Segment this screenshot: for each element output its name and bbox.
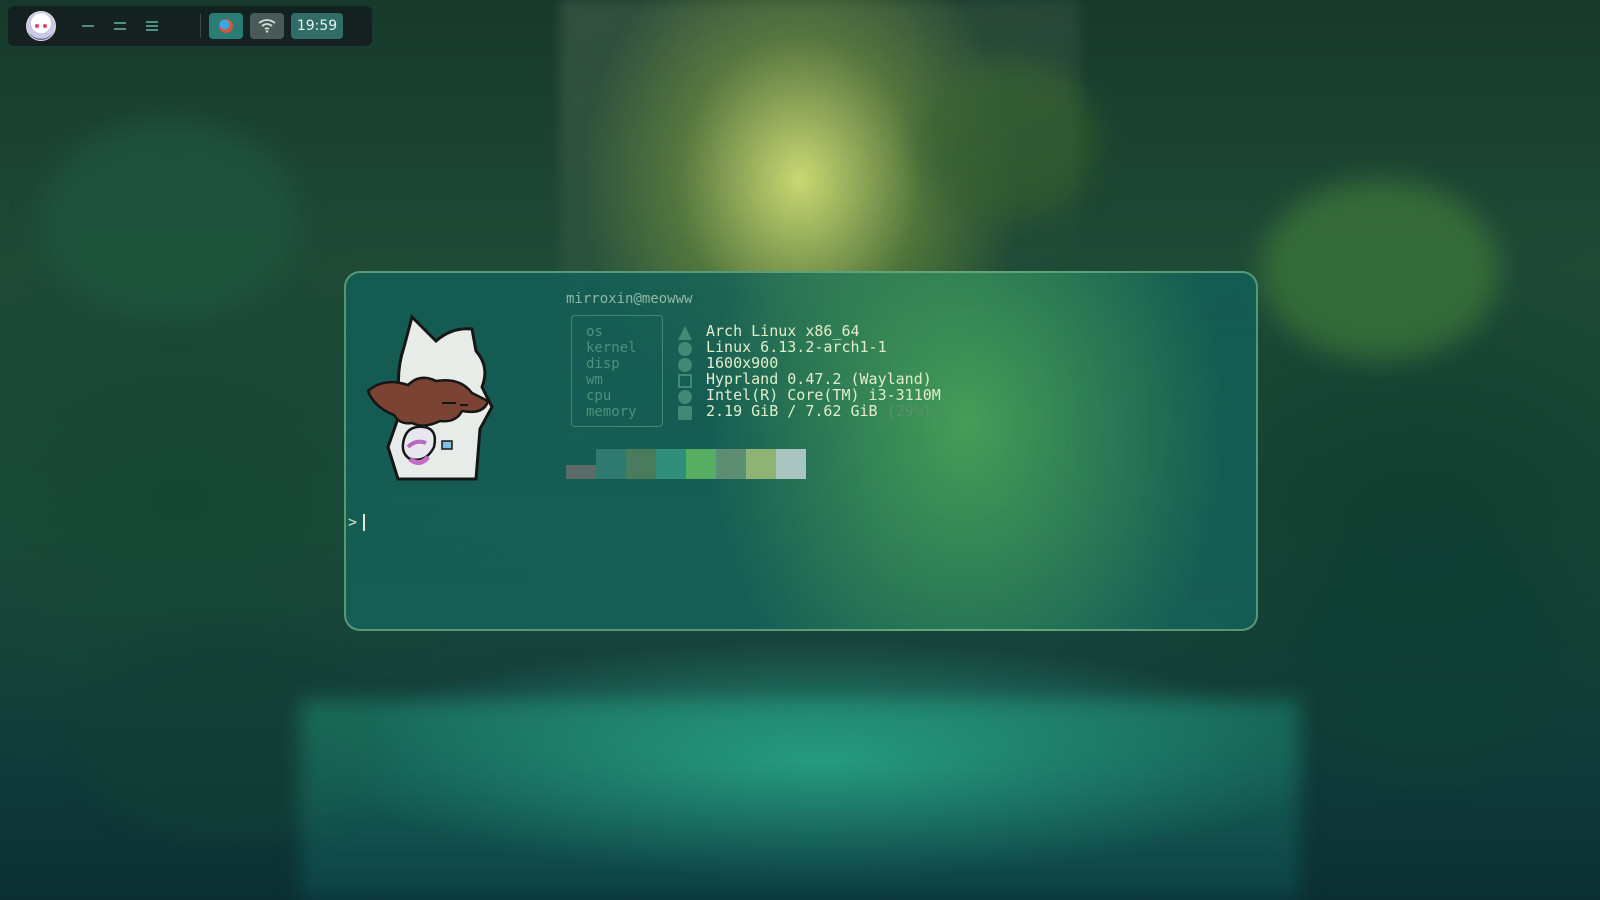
swatch-4 [686, 449, 716, 479]
swatch-3 [656, 449, 686, 479]
memory-usage: 2.19 GiB / 7.62 GiB [706, 402, 887, 420]
swatch-0 [566, 465, 596, 479]
value-disp: 1600x900 [706, 354, 779, 372]
terminal-window[interactable]: mirroxin@meowww os kernel disp wm cpu me… [344, 271, 1258, 631]
key-disp: disp [586, 356, 620, 372]
text-cursor [363, 514, 366, 531]
swatch-6 [746, 449, 776, 479]
key-kernel: kernel [586, 340, 637, 356]
color-palette [566, 449, 806, 479]
desktop: 19:59 mirroxin@meowww os kernel disp wm … [0, 0, 1600, 900]
display-icon [678, 358, 692, 372]
app-icon[interactable] [209, 13, 243, 39]
workspace-switcher [82, 21, 158, 31]
info-icons [678, 326, 692, 422]
value-memory: 2.19 GiB / 7.62 GiB (29%) [706, 403, 941, 419]
workspace-2[interactable] [114, 21, 126, 31]
value-wm: Hyprland 0.47.2 (Wayland) [706, 370, 932, 388]
top-bar: 19:59 [8, 6, 372, 46]
key-wm: wm [586, 372, 603, 388]
window-icon [678, 374, 692, 388]
memory-icon [678, 406, 692, 420]
cpu-icon [678, 390, 692, 404]
arch-icon [678, 326, 692, 340]
swatch-2 [626, 449, 656, 479]
value-os: Arch Linux x86_64 [706, 322, 860, 340]
value-kernel: Linux 6.13.2-arch1-1 [706, 338, 887, 356]
workspace-1[interactable] [82, 21, 94, 31]
key-cpu: cpu [586, 388, 612, 404]
key-os: os [586, 324, 603, 340]
shell-prompt[interactable]: > [348, 513, 366, 531]
wifi-icon[interactable] [250, 13, 284, 39]
cat-mascot-icon [366, 314, 494, 481]
info-keys: os kernel disp wm cpu memory [571, 315, 663, 427]
system-tray: 19:59 [209, 13, 343, 39]
swatch-5 [716, 449, 746, 479]
workspace-3[interactable] [146, 21, 158, 31]
value-cpu: Intel(R) Core(TM) i3-3110M [706, 386, 941, 404]
clock[interactable]: 19:59 [291, 13, 343, 39]
gear-icon [678, 342, 692, 356]
key-memory: memory [586, 404, 637, 420]
memory-percent: (29%) [886, 402, 932, 420]
divider [200, 14, 201, 38]
info-values: Arch Linux x86_64 Linux 6.13.2-arch1-1 1… [706, 323, 941, 419]
swatch-7 [776, 449, 806, 479]
prompt-symbol: > [348, 513, 358, 531]
swatch-1 [596, 449, 626, 479]
river [300, 700, 1300, 900]
avatar[interactable] [26, 11, 56, 41]
user-host: mirroxin@meowww [566, 291, 693, 307]
